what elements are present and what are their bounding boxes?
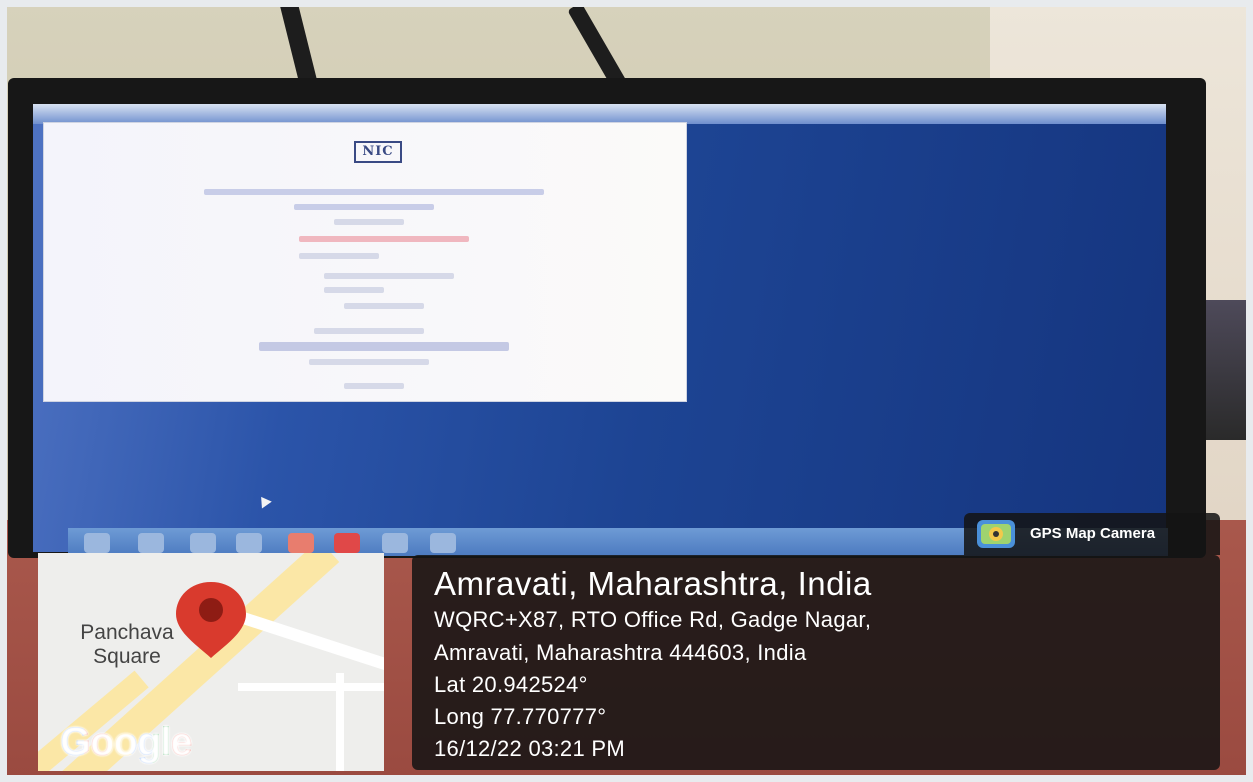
taskbar-icon-1[interactable] <box>84 533 110 553</box>
nic-logo: NIC <box>354 141 402 163</box>
blurred-designed-by <box>314 328 424 334</box>
blurred-footer <box>344 383 404 389</box>
latitude-text: Lat 20.942524° <box>434 672 588 697</box>
screen-glare <box>33 104 1166 124</box>
blurred-subtitle <box>334 219 404 225</box>
taskbar-icon-2[interactable] <box>138 533 164 553</box>
blurred-govt <box>309 359 429 365</box>
gps-camera-label: GPS Map Camera <box>1030 525 1156 542</box>
gps-map-camera-icon <box>977 520 1015 548</box>
blurred-red-notice <box>299 236 469 242</box>
address-line-1: WQRC+X87, RTO Office Rd, Gadge Nagar, <box>434 607 872 632</box>
longitude-text: Long 77.770777° <box>434 704 607 729</box>
monitor-screen: NIC <box>33 104 1166 552</box>
timestamp-text: 16/12/22 03:21 PM <box>434 736 626 761</box>
taskbar-icon-3[interactable] <box>190 533 216 553</box>
blurred-college-place <box>294 204 434 210</box>
google-logo: Google <box>60 720 193 765</box>
map-road-white-3 <box>336 673 344 771</box>
map-road-white-2 <box>238 683 384 691</box>
taskbar-icon-4[interactable] <box>236 533 262 553</box>
blurred-password-field <box>324 287 384 293</box>
google-logo-text: Google <box>60 720 193 764</box>
gps-camera-badge: GPS Map Camera <box>964 513 1220 555</box>
blurred-college-name <box>204 189 544 195</box>
taskbar-icon-chrome[interactable] <box>288 533 314 553</box>
blurred-buttons <box>344 303 424 309</box>
taskbar-icon-6[interactable] <box>382 533 408 553</box>
taskbar-icon-pdf[interactable] <box>334 533 360 553</box>
blurred-nic-name <box>259 342 509 351</box>
address-line-2: Amravati, Maharashtra 444603, India <box>434 640 807 665</box>
blurred-user-code-field <box>324 273 454 279</box>
map-pin-icon <box>176 582 246 658</box>
taskbar-icon-7[interactable] <box>430 533 456 553</box>
login-window: NIC <box>43 122 687 402</box>
location-title: Amravati, Maharashtra, India <box>434 565 872 602</box>
blurred-login-info <box>299 253 379 259</box>
location-info-panel: Amravati, Maharashtra, India WQRC+X87, R… <box>412 555 1220 770</box>
